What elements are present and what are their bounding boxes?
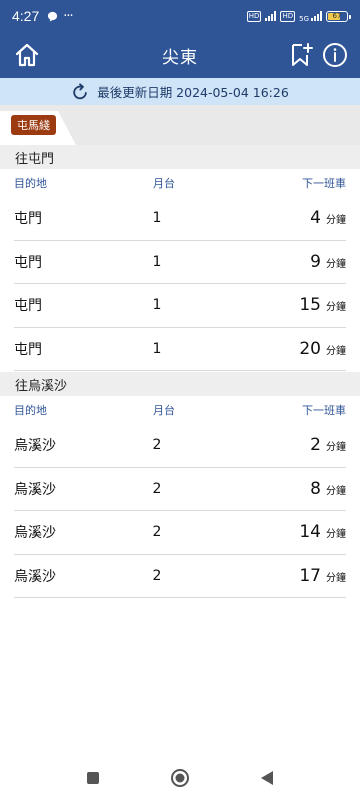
info-button[interactable] (321, 41, 349, 69)
eta-unit: 分鐘 (326, 529, 346, 541)
eta-minutes: 17 (299, 565, 321, 586)
eta-minutes: 4 (310, 208, 321, 229)
destination: 烏溪沙 (14, 438, 56, 455)
platform: 1 (152, 253, 162, 270)
bookmark-add-icon (292, 43, 313, 66)
last-updated-text: 最後更新日期 2024-05-04 16:26 (97, 85, 289, 100)
train-row: 烏溪沙 2 8 分鐘 (14, 468, 346, 511)
platform: 1 (152, 340, 162, 357)
eta: 15 分鐘 (246, 295, 346, 315)
app-bar: 尖東 (0, 32, 360, 78)
back-nav-button[interactable] (260, 770, 274, 786)
train-row: 屯門 1 20 分鐘 (14, 328, 346, 371)
eta-minutes: 8 (310, 478, 321, 499)
platform: 2 (152, 524, 162, 541)
col-destination: 目的地 (14, 177, 47, 190)
eta-unit: 分鐘 (326, 258, 346, 270)
refresh-icon[interactable] (71, 82, 89, 101)
train-row: 屯門 1 9 分鐘 (14, 241, 346, 284)
line-tab-strip: 屯馬綫 (0, 105, 360, 145)
train-row: 烏溪沙 2 2 分鐘 (14, 424, 346, 468)
signal-icon-2 (311, 11, 322, 21)
platform: 1 (152, 210, 162, 227)
eta-unit: 分鐘 (326, 572, 346, 584)
chat-notification-icon (48, 11, 58, 22)
eta-unit: 分鐘 (326, 215, 346, 227)
col-destination: 目的地 (14, 404, 47, 417)
eta-minutes: 14 (299, 522, 321, 543)
hd-icon: HD (246, 10, 262, 22)
more-notifications-icon: ··· (63, 8, 73, 24)
direction-section: 往烏溪沙 目的地 月台 下一班車 烏溪沙 2 2 分鐘 烏溪沙 2 8 分鐘 烏溪沙… (0, 372, 360, 598)
line-badge[interactable]: 屯馬綫 (11, 115, 56, 135)
eta-unit: 分鐘 (326, 302, 346, 314)
eta: 20 分鐘 (246, 339, 346, 359)
info-icon (323, 43, 347, 67)
eta: 17 分鐘 (246, 566, 346, 586)
battery-icon: 67 (326, 10, 351, 22)
destination: 屯門 (14, 341, 42, 358)
status-time: 4:27 (12, 8, 40, 24)
recent-apps-button[interactable] (86, 771, 100, 785)
eta-minutes: 20 (299, 338, 321, 359)
direction-section: 往屯門 目的地 月台 下一班車 屯門 1 4 分鐘 屯門 1 9 分鐘 屯門 1 1… (0, 145, 360, 371)
destination: 烏溪沙 (14, 481, 56, 498)
col-next-train: 下一班車 (302, 177, 346, 190)
destination: 屯門 (14, 211, 42, 228)
platform: 1 (152, 297, 162, 314)
destination: 烏溪沙 (14, 568, 56, 585)
5g-icon: 5G (299, 14, 309, 23)
home-nav-button[interactable] (170, 768, 190, 788)
signal-icon (265, 11, 277, 21)
column-headers: 目的地 月台 下一班車 (0, 169, 360, 197)
train-row: 烏溪沙 2 17 分鐘 (14, 555, 346, 598)
eta-minutes: 9 (310, 251, 321, 272)
section-header: 往烏溪沙 (0, 372, 360, 396)
destination: 屯門 (14, 254, 42, 271)
add-bookmark-button[interactable] (288, 41, 316, 69)
eta: 14 分鐘 (246, 522, 346, 542)
hd-icon-2: HD (280, 10, 296, 22)
eta-minutes: 15 (299, 295, 321, 316)
column-headers: 目的地 月台 下一班車 (0, 396, 360, 424)
eta: 4 分鐘 (246, 208, 346, 228)
status-bar: 4:27 ··· HD HD 5G 67 (0, 0, 360, 32)
col-next-train: 下一班車 (302, 404, 346, 417)
platform: 2 (152, 437, 162, 454)
eta: 9 分鐘 (246, 252, 346, 272)
col-platform: 月台 (153, 177, 175, 190)
train-row: 屯門 1 4 分鐘 (14, 197, 346, 241)
destination: 烏溪沙 (14, 525, 56, 542)
train-row: 烏溪沙 2 14 分鐘 (14, 511, 346, 555)
platform: 2 (152, 480, 162, 497)
last-updated-bar: 最後更新日期 2024-05-04 16:26 (0, 78, 360, 105)
system-nav-bar (0, 756, 360, 800)
destination: 屯門 (14, 298, 42, 315)
eta-unit: 分鐘 (326, 442, 346, 454)
train-row: 屯門 1 15 分鐘 (14, 284, 346, 328)
platform: 2 (152, 567, 162, 584)
eta-unit: 分鐘 (326, 485, 346, 497)
eta: 2 分鐘 (246, 435, 346, 455)
eta-minutes: 2 (310, 435, 321, 456)
eta-unit: 分鐘 (326, 345, 346, 357)
col-platform: 月台 (153, 404, 175, 417)
eta: 8 分鐘 (246, 479, 346, 499)
section-header: 往屯門 (0, 145, 360, 169)
